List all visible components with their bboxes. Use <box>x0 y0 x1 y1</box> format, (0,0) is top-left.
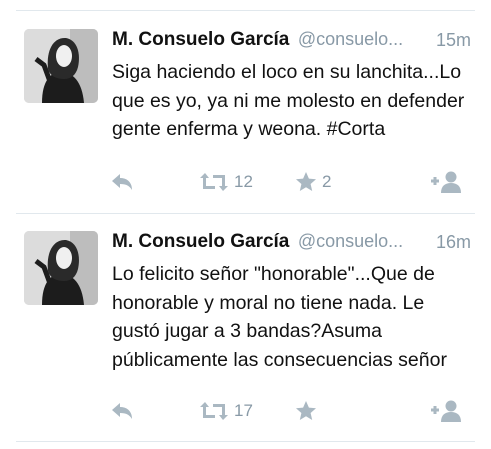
reply-button[interactable] <box>110 169 134 195</box>
tweet-header: M. Consuelo García @consuelo... 16m <box>112 231 471 255</box>
reply-button[interactable] <box>110 398 134 424</box>
retweet-icon <box>200 402 228 420</box>
author-handle[interactable]: @consuelo... <box>298 29 403 49</box>
tweet[interactable]: M. Consuelo García @consuelo... 15m Siga… <box>0 0 491 210</box>
favorite-count: 2 <box>322 172 332 191</box>
tweet-text: Siga haciendo el loco en su lanchita...L… <box>112 61 465 140</box>
retweet-count: 17 <box>234 401 253 420</box>
tweet-actions: 17 <box>0 398 491 424</box>
avatar[interactable] <box>24 29 98 103</box>
author-name[interactable]: M. Consuelo García <box>112 29 289 50</box>
timestamp[interactable]: 16m <box>436 232 471 253</box>
avatar[interactable] <box>24 231 98 305</box>
tweet-actions: 12 2 <box>0 169 491 195</box>
favorite-button[interactable]: 2 <box>295 169 331 195</box>
bottom-divider <box>16 441 475 442</box>
tweet[interactable]: M. Consuelo García @consuelo... 16m Lo f… <box>0 202 491 422</box>
retweet-icon <box>200 173 228 191</box>
follow-button[interactable] <box>430 398 462 424</box>
author-handle[interactable]: @consuelo... <box>298 231 403 251</box>
follow-icon <box>431 400 461 422</box>
retweet-count: 12 <box>234 172 253 191</box>
favorite-button[interactable] <box>295 398 322 424</box>
follow-icon <box>431 171 461 193</box>
follow-button[interactable] <box>430 169 462 195</box>
retweet-button[interactable]: 12 <box>199 169 253 195</box>
timestamp[interactable]: 15m <box>436 30 471 51</box>
author-name[interactable]: M. Consuelo García <box>112 231 289 252</box>
tweet-text: Lo felicito señor "honorable"...Que de h… <box>112 263 447 371</box>
reply-icon <box>112 403 132 419</box>
star-icon <box>296 401 316 420</box>
tweet-header: M. Consuelo García @consuelo... 15m <box>112 29 471 53</box>
star-icon <box>296 172 316 191</box>
reply-icon <box>112 174 132 190</box>
retweet-button[interactable]: 17 <box>199 398 253 424</box>
